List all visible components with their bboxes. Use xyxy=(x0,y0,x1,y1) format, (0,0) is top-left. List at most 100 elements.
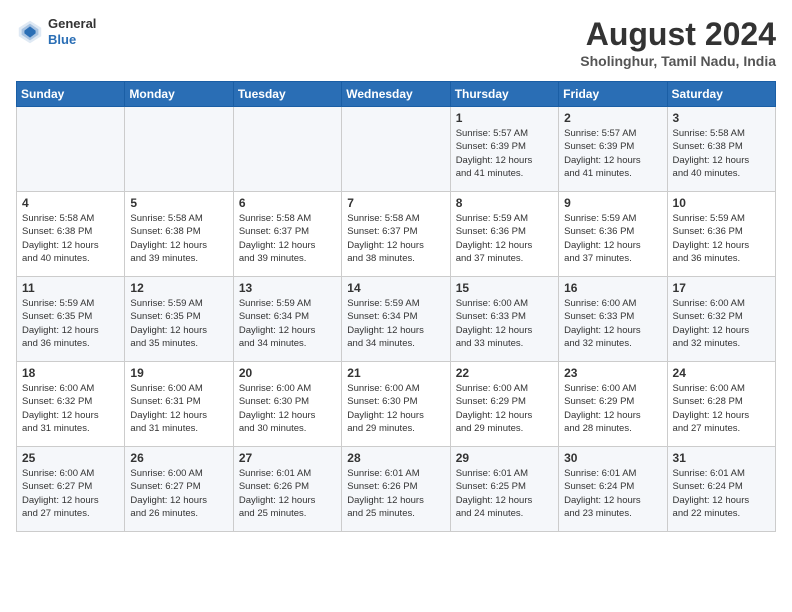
day-number: 3 xyxy=(673,111,770,125)
title-block: August 2024 Sholinghur, Tamil Nadu, Indi… xyxy=(580,16,776,69)
calendar-cell: 22 Sunrise: 6:00 AM Sunset: 6:29 PM Dayli… xyxy=(450,362,558,447)
day-info: Sunrise: 6:00 AM Sunset: 6:32 PM Dayligh… xyxy=(673,297,770,350)
day-number: 25 xyxy=(22,451,119,465)
calendar-cell: 20 Sunrise: 6:00 AM Sunset: 6:30 PM Dayli… xyxy=(233,362,341,447)
day-info: Sunrise: 5:58 AM Sunset: 6:38 PM Dayligh… xyxy=(22,212,119,265)
header-cell-tuesday: Tuesday xyxy=(233,82,341,107)
calendar-week-1: 1 Sunrise: 5:57 AM Sunset: 6:39 PM Daylig… xyxy=(17,107,776,192)
day-info: Sunrise: 6:01 AM Sunset: 6:26 PM Dayligh… xyxy=(239,467,336,520)
day-info: Sunrise: 5:59 AM Sunset: 6:34 PM Dayligh… xyxy=(347,297,444,350)
header-cell-monday: Monday xyxy=(125,82,233,107)
day-info: Sunrise: 5:58 AM Sunset: 6:37 PM Dayligh… xyxy=(239,212,336,265)
calendar-cell: 26 Sunrise: 6:00 AM Sunset: 6:27 PM Dayli… xyxy=(125,447,233,532)
day-number: 10 xyxy=(673,196,770,210)
day-number: 19 xyxy=(130,366,227,380)
day-number: 15 xyxy=(456,281,553,295)
day-info: Sunrise: 5:59 AM Sunset: 6:36 PM Dayligh… xyxy=(564,212,661,265)
calendar-table: SundayMondayTuesdayWednesdayThursdayFrid… xyxy=(16,81,776,532)
day-number: 18 xyxy=(22,366,119,380)
header-cell-thursday: Thursday xyxy=(450,82,558,107)
calendar-cell: 7 Sunrise: 5:58 AM Sunset: 6:37 PM Daylig… xyxy=(342,192,450,277)
calendar-cell xyxy=(342,107,450,192)
calendar-cell: 10 Sunrise: 5:59 AM Sunset: 6:36 PM Dayli… xyxy=(667,192,775,277)
calendar-cell: 13Sunrise: 5:59 AM Sunset: 6:34 PM Dayli… xyxy=(233,277,341,362)
day-info: Sunrise: 6:01 AM Sunset: 6:25 PM Dayligh… xyxy=(456,467,553,520)
header-cell-saturday: Saturday xyxy=(667,82,775,107)
day-number: 17 xyxy=(673,281,770,295)
day-number: 21 xyxy=(347,366,444,380)
day-number: 27 xyxy=(239,451,336,465)
month-year-title: August 2024 xyxy=(580,16,776,53)
day-info: Sunrise: 6:00 AM Sunset: 6:33 PM Dayligh… xyxy=(456,297,553,350)
day-number: 28 xyxy=(347,451,444,465)
day-info: Sunrise: 6:00 AM Sunset: 6:27 PM Dayligh… xyxy=(130,467,227,520)
day-info: Sunrise: 6:00 AM Sunset: 6:30 PM Dayligh… xyxy=(347,382,444,435)
calendar-cell: 1 Sunrise: 5:57 AM Sunset: 6:39 PM Daylig… xyxy=(450,107,558,192)
day-info: Sunrise: 6:01 AM Sunset: 6:24 PM Dayligh… xyxy=(564,467,661,520)
calendar-cell: 23Sunrise: 6:00 AM Sunset: 6:29 PM Dayli… xyxy=(559,362,667,447)
day-number: 1 xyxy=(456,111,553,125)
day-info: Sunrise: 6:00 AM Sunset: 6:32 PM Dayligh… xyxy=(22,382,119,435)
day-number: 20 xyxy=(239,366,336,380)
calendar-cell: 9 Sunrise: 5:59 AM Sunset: 6:36 PM Daylig… xyxy=(559,192,667,277)
calendar-cell: 11 Sunrise: 5:59 AM Sunset: 6:35 PM Dayli… xyxy=(17,277,125,362)
day-number: 2 xyxy=(564,111,661,125)
calendar-cell: 18 Sunrise: 6:00 AM Sunset: 6:32 PM Dayli… xyxy=(17,362,125,447)
day-info: Sunrise: 5:58 AM Sunset: 6:37 PM Dayligh… xyxy=(347,212,444,265)
day-info: Sunrise: 5:58 AM Sunset: 6:38 PM Dayligh… xyxy=(673,127,770,180)
day-number: 12 xyxy=(130,281,227,295)
day-info: Sunrise: 6:00 AM Sunset: 6:30 PM Dayligh… xyxy=(239,382,336,435)
day-info: Sunrise: 5:59 AM Sunset: 6:35 PM Dayligh… xyxy=(22,297,119,350)
day-info: Sunrise: 6:01 AM Sunset: 6:26 PM Dayligh… xyxy=(347,467,444,520)
calendar-cell: 16 Sunrise: 6:00 AM Sunset: 6:33 PM Dayli… xyxy=(559,277,667,362)
calendar-header: SundayMondayTuesdayWednesdayThursdayFrid… xyxy=(17,82,776,107)
day-number: 14 xyxy=(347,281,444,295)
calendar-cell: 24 Sunrise: 6:00 AM Sunset: 6:28 PM Dayli… xyxy=(667,362,775,447)
calendar-cell: 28 Sunrise: 6:01 AM Sunset: 6:26 PM Dayli… xyxy=(342,447,450,532)
day-info: Sunrise: 5:59 AM Sunset: 6:35 PM Dayligh… xyxy=(130,297,227,350)
day-number: 22 xyxy=(456,366,553,380)
day-number: 31 xyxy=(673,451,770,465)
day-number: 11 xyxy=(22,281,119,295)
calendar-cell: 29 Sunrise: 6:01 AM Sunset: 6:25 PM Dayli… xyxy=(450,447,558,532)
calendar-week-2: 4 Sunrise: 5:58 AM Sunset: 6:38 PM Daylig… xyxy=(17,192,776,277)
logo: General Blue xyxy=(16,16,96,47)
calendar-cell xyxy=(233,107,341,192)
day-number: 29 xyxy=(456,451,553,465)
day-number: 7 xyxy=(347,196,444,210)
header-cell-friday: Friday xyxy=(559,82,667,107)
calendar-cell: 4 Sunrise: 5:58 AM Sunset: 6:38 PM Daylig… xyxy=(17,192,125,277)
calendar-week-5: 25 Sunrise: 6:00 AM Sunset: 6:27 PM Dayli… xyxy=(17,447,776,532)
calendar-cell: 3 Sunrise: 5:58 AM Sunset: 6:38 PM Daylig… xyxy=(667,107,775,192)
calendar-cell: 15 Sunrise: 6:00 AM Sunset: 6:33 PM Dayli… xyxy=(450,277,558,362)
day-info: Sunrise: 5:57 AM Sunset: 6:39 PM Dayligh… xyxy=(456,127,553,180)
day-info: Sunrise: 6:00 AM Sunset: 6:28 PM Dayligh… xyxy=(673,382,770,435)
day-info: Sunrise: 6:00 AM Sunset: 6:29 PM Dayligh… xyxy=(456,382,553,435)
day-number: 16 xyxy=(564,281,661,295)
day-info: Sunrise: 5:59 AM Sunset: 6:34 PM Dayligh… xyxy=(239,297,336,350)
day-info: Sunrise: 6:00 AM Sunset: 6:33 PM Dayligh… xyxy=(564,297,661,350)
calendar-cell xyxy=(17,107,125,192)
calendar-cell: 17 Sunrise: 6:00 AM Sunset: 6:32 PM Dayli… xyxy=(667,277,775,362)
calendar-cell: 27 Sunrise: 6:01 AM Sunset: 6:26 PM Dayli… xyxy=(233,447,341,532)
header-row: SundayMondayTuesdayWednesdayThursdayFrid… xyxy=(17,82,776,107)
day-number: 5 xyxy=(130,196,227,210)
calendar-cell: 12 Sunrise: 5:59 AM Sunset: 6:35 PM Dayli… xyxy=(125,277,233,362)
day-number: 6 xyxy=(239,196,336,210)
page-header: General Blue August 2024 Sholinghur, Tam… xyxy=(16,16,776,69)
day-number: 26 xyxy=(130,451,227,465)
day-number: 8 xyxy=(456,196,553,210)
day-info: Sunrise: 5:59 AM Sunset: 6:36 PM Dayligh… xyxy=(673,212,770,265)
day-info: Sunrise: 6:00 AM Sunset: 6:27 PM Dayligh… xyxy=(22,467,119,520)
day-number: 24 xyxy=(673,366,770,380)
calendar-cell: 6 Sunrise: 5:58 AM Sunset: 6:37 PM Daylig… xyxy=(233,192,341,277)
logo-text: General Blue xyxy=(48,16,96,47)
header-cell-sunday: Sunday xyxy=(17,82,125,107)
day-info: Sunrise: 5:58 AM Sunset: 6:38 PM Dayligh… xyxy=(130,212,227,265)
calendar-cell: 19 Sunrise: 6:00 AM Sunset: 6:31 PM Dayli… xyxy=(125,362,233,447)
day-info: Sunrise: 6:01 AM Sunset: 6:24 PM Dayligh… xyxy=(673,467,770,520)
day-number: 4 xyxy=(22,196,119,210)
calendar-cell: 25 Sunrise: 6:00 AM Sunset: 6:27 PM Dayli… xyxy=(17,447,125,532)
day-number: 9 xyxy=(564,196,661,210)
day-info: Sunrise: 6:00 AM Sunset: 6:31 PM Dayligh… xyxy=(130,382,227,435)
